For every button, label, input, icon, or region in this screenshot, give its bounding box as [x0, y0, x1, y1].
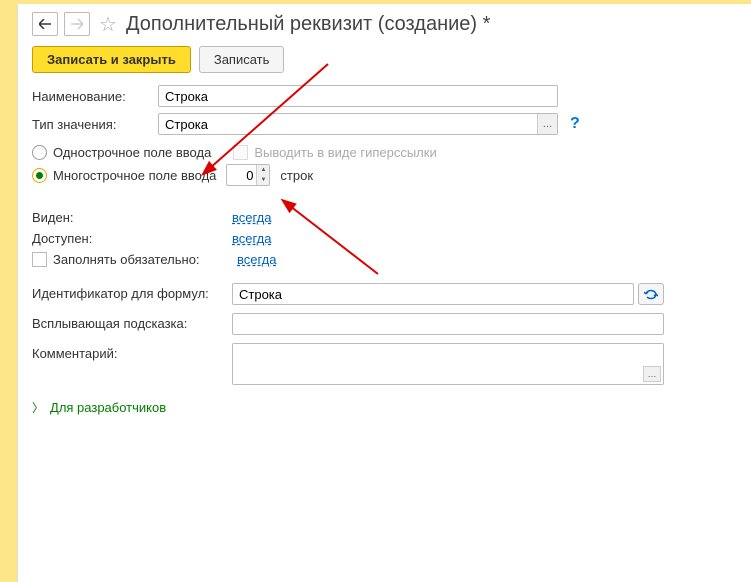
refresh-identifier-button[interactable] [638, 283, 664, 305]
single-line-radio[interactable] [32, 145, 47, 160]
required-label: Заполнять обязательно: [53, 252, 231, 267]
multi-line-label: Многострочное поле ввода [53, 168, 216, 183]
identifier-label: Идентификатор для формул: [32, 283, 232, 301]
developers-label: Для разработчиков [50, 400, 166, 415]
left-sidebar [0, 4, 18, 582]
visible-link[interactable]: всегда [232, 210, 271, 225]
visible-label: Виден: [32, 210, 232, 225]
lines-up-button[interactable]: ▲ [256, 165, 269, 175]
name-input[interactable] [158, 85, 558, 107]
save-and-close-button[interactable]: Записать и закрыть [32, 46, 191, 73]
as-link-label: Выводить в виде гиперссылки [254, 145, 436, 160]
comment-expand-button[interactable]: … [643, 366, 661, 382]
tooltip-label: Всплывающая подсказка: [32, 313, 232, 331]
comment-input[interactable]: … [232, 343, 664, 385]
comment-label: Комментарий: [32, 343, 232, 361]
favorite-star-icon[interactable]: ☆ [96, 12, 120, 36]
single-line-label: Однострочное поле ввода [53, 145, 211, 160]
lines-down-button[interactable]: ▼ [256, 175, 269, 185]
help-icon[interactable]: ? [570, 115, 580, 133]
required-checkbox[interactable] [32, 252, 47, 267]
type-input[interactable] [158, 113, 558, 135]
type-select-button[interactable]: … [537, 114, 557, 134]
page-title: Дополнительный реквизит (создание) * [126, 13, 490, 36]
as-link-checkbox [233, 145, 248, 160]
identifier-input[interactable] [232, 283, 634, 305]
available-link[interactable]: всегда [232, 231, 271, 246]
developers-section-toggle[interactable]: 〉 Для разработчиков [32, 399, 737, 416]
available-label: Доступен: [32, 231, 232, 246]
lines-suffix-label: строк [280, 168, 313, 183]
chevron-right-icon: 〉 [32, 399, 44, 416]
type-label: Тип значения: [32, 117, 158, 132]
back-button[interactable] [32, 12, 58, 36]
forward-button[interactable] [64, 12, 90, 36]
tooltip-input[interactable] [232, 313, 664, 335]
required-link[interactable]: всегда [237, 252, 276, 267]
save-button[interactable]: Записать [199, 46, 285, 73]
multi-line-radio[interactable] [32, 168, 47, 183]
name-label: Наименование: [32, 89, 158, 104]
